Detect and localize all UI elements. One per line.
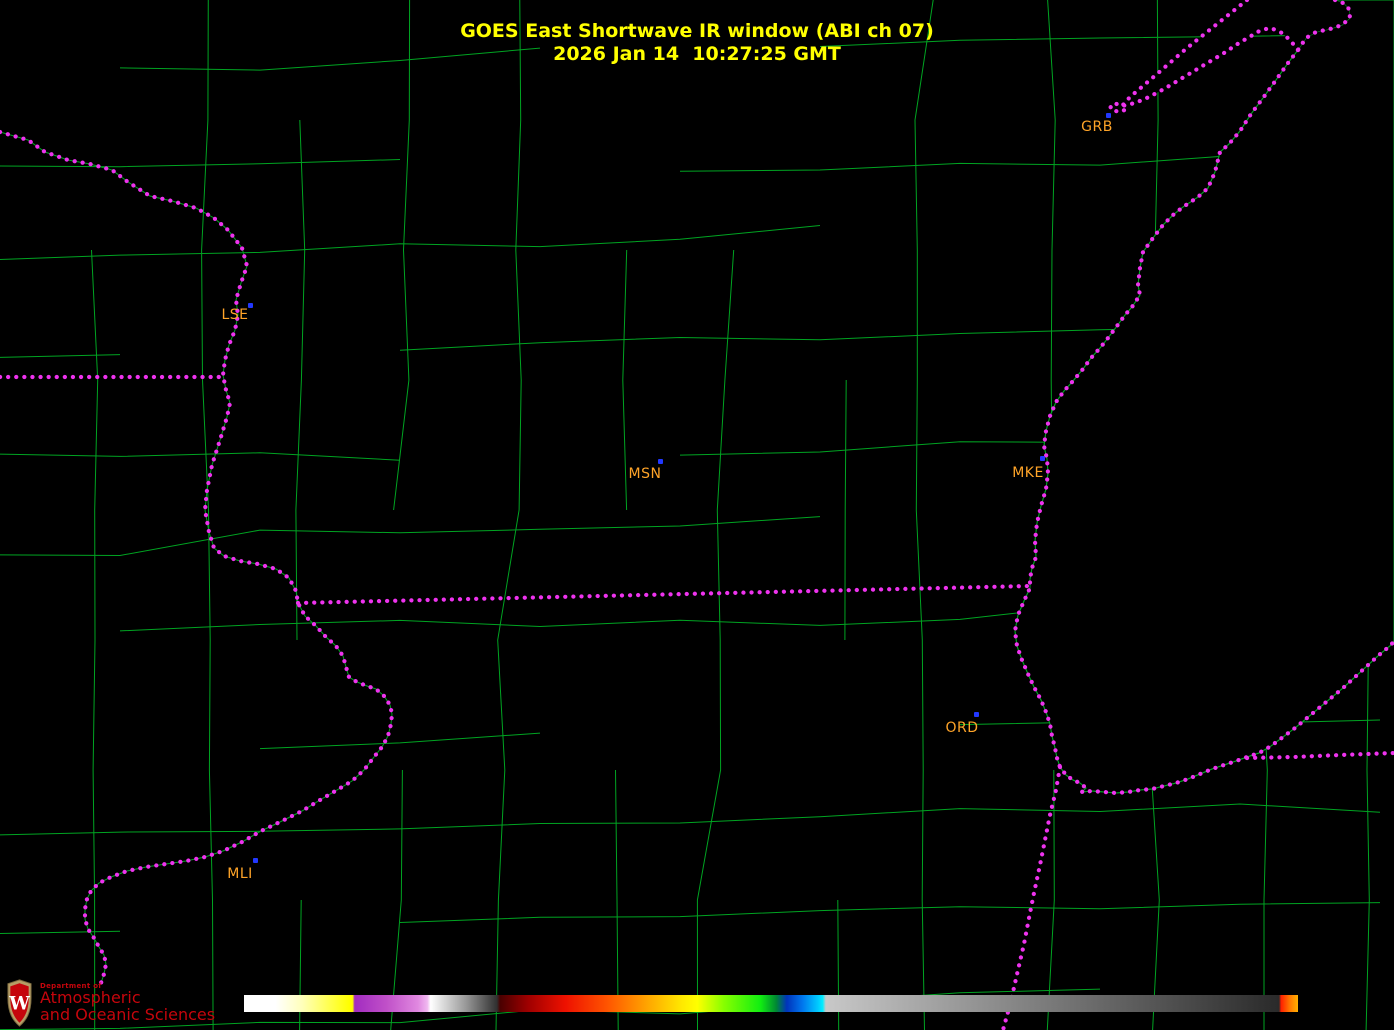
county-line (0, 903, 1380, 934)
state-border-in-mi (1247, 753, 1394, 758)
station-marker-mke (1040, 456, 1045, 461)
county-line (838, 380, 846, 1030)
uw-logo-text: Department of Atmospheric and Oceanic Sc… (40, 983, 215, 1024)
satellite-image-viewer: GRBLSEMSNMKEORDMLI GOES East Shortwave I… (0, 0, 1394, 1030)
station-mke: MKE (1012, 456, 1045, 481)
station-label-ord: ORD (945, 720, 978, 736)
station-label-grb: GRB (1081, 119, 1113, 135)
county-line (0, 155, 1380, 171)
station-marker-ord (974, 712, 979, 717)
station-label-mke: MKE (1012, 465, 1044, 481)
uw-aos-logo: W Department of Atmospheric and Oceanic … (6, 978, 215, 1028)
county-line (0, 804, 1380, 835)
lake-michigan-region (1015, 0, 1394, 793)
station-marker-msn (658, 459, 663, 464)
county-line (697, 250, 733, 1030)
station-marker-grb (1106, 113, 1111, 118)
logo-name-line2: and Oceanic Sciences (40, 1007, 215, 1024)
temperature-colorbar (244, 995, 1298, 1012)
uw-monogram: W (8, 994, 30, 1015)
station-msn: MSN (629, 459, 663, 482)
station-label-lse: LSE (221, 307, 248, 323)
shoreline-mn-wi-mississippi (0, 132, 392, 983)
station-label-mli: MLI (227, 866, 253, 882)
map-canvas: GRB LSE MSN MKE ORD MLI (0, 0, 1394, 1030)
county-line (296, 120, 305, 1030)
station-marker-lse (248, 303, 253, 308)
station-ord: ORD (945, 712, 979, 736)
county-line (496, 0, 521, 1030)
station-mli: MLI (227, 858, 258, 882)
county-line (391, 0, 410, 1030)
state-border-mn-wi-mississippi (0, 132, 392, 983)
station-grb: GRB (1081, 113, 1113, 135)
uw-crest-icon: W (6, 978, 33, 1028)
county-line (92, 250, 98, 1030)
county-line (915, 0, 935, 1030)
station-marker-mli (253, 858, 258, 863)
county-line (616, 250, 627, 1030)
station-label-msn: MSN (629, 466, 662, 482)
